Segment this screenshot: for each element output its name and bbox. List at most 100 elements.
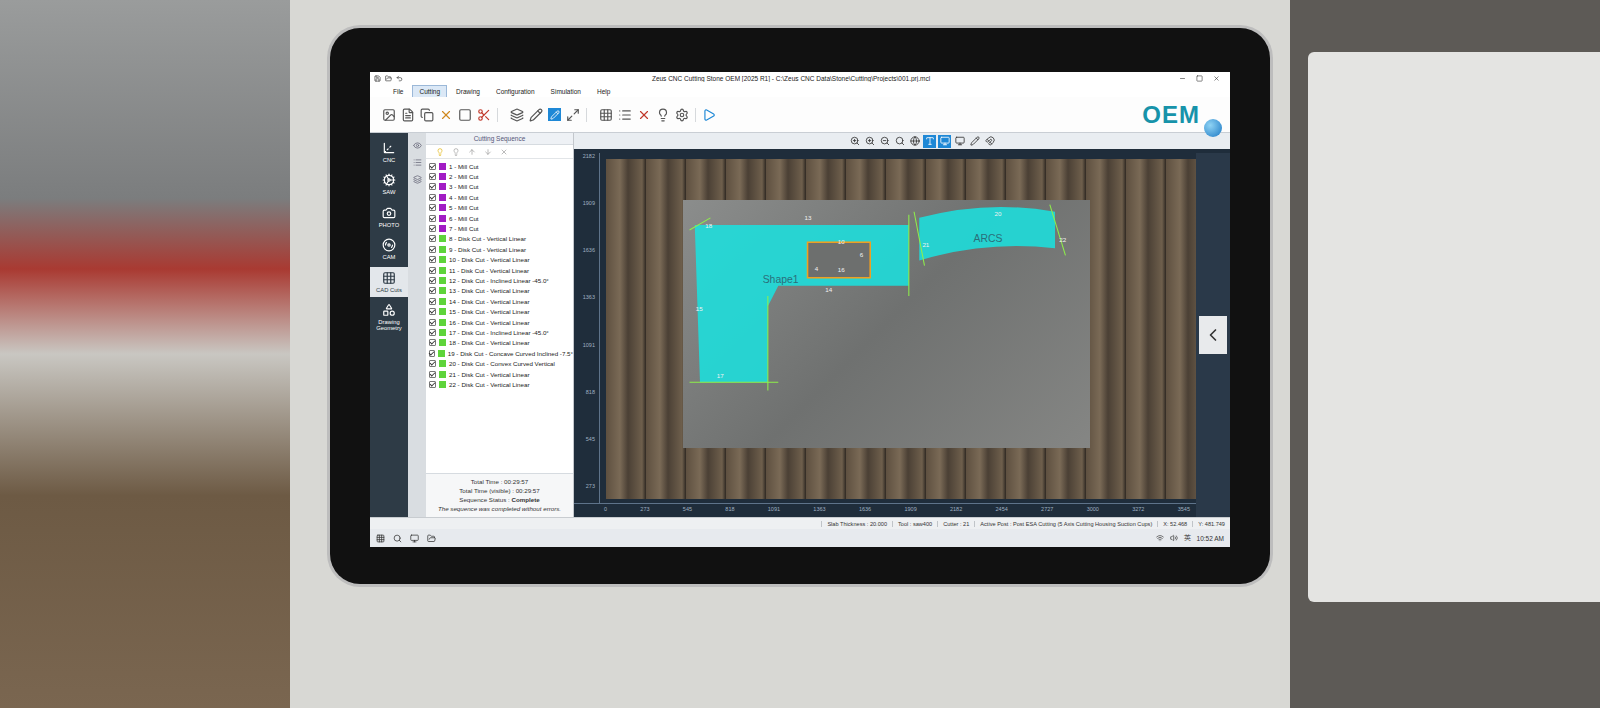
lightbulb-icon[interactable]	[656, 108, 670, 122]
settings-icon[interactable]	[675, 108, 689, 122]
document-icon[interactable]	[401, 108, 415, 122]
grid-icon[interactable]	[599, 108, 613, 122]
row-checkbox[interactable]	[429, 298, 436, 305]
lightbulb-icon[interactable]	[436, 148, 444, 156]
sidebar-item[interactable]: CAD Cuts	[370, 267, 408, 297]
list-icon[interactable]	[413, 158, 422, 167]
row-checkbox[interactable]	[429, 277, 436, 284]
sequence-row[interactable]: 12 - Disk Cut - Inclined Linear -45.0°	[426, 275, 573, 285]
menu-tab[interactable]: Cutting	[412, 85, 447, 97]
sequence-row[interactable]: 9 - Disk Cut - Vertical Linear	[426, 244, 573, 254]
sequence-row[interactable]: 17 - Disk Cut - Inclined Linear -45.0°	[426, 327, 573, 337]
row-checkbox[interactable]	[429, 308, 436, 315]
sequence-row[interactable]: 3 - Mill Cut	[426, 182, 573, 192]
bulb-off-icon[interactable]	[452, 148, 460, 156]
copy-icon[interactable]	[420, 108, 434, 122]
menu-tab[interactable]: File	[386, 85, 410, 97]
arrow-up-icon[interactable]	[468, 148, 476, 156]
sidebar-item[interactable]: CAM	[370, 234, 408, 264]
volume-icon[interactable]	[1170, 534, 1178, 542]
layers-icon[interactable]	[510, 108, 524, 122]
row-checkbox[interactable]	[429, 183, 436, 190]
clear-icon[interactable]	[500, 148, 508, 156]
canvas-tool-button[interactable]	[953, 135, 966, 148]
canvas-tool-button[interactable]	[983, 135, 996, 148]
edit-button[interactable]	[548, 108, 561, 121]
sequence-row[interactable]: 21 - Disk Cut - Vertical Linear	[426, 369, 573, 379]
folder-icon[interactable]	[427, 534, 436, 543]
menu-tab[interactable]: Configuration	[489, 85, 542, 97]
row-checkbox[interactable]	[429, 246, 436, 253]
cut-shapes[interactable]: 1813Shape1141517ARCS202122104616	[606, 159, 1196, 499]
sidebar-item[interactable]: CNC	[370, 137, 408, 167]
minimize-icon[interactable]	[1179, 75, 1186, 82]
canvas-tool-button[interactable]	[893, 135, 906, 148]
menu-tab[interactable]: Drawing	[449, 85, 487, 97]
collapse-button[interactable]	[1199, 316, 1227, 354]
row-checkbox[interactable]	[429, 163, 436, 170]
canvas-tool-button[interactable]	[923, 135, 936, 148]
wifi-icon[interactable]	[1156, 534, 1164, 542]
rectangle-icon[interactable]	[458, 108, 472, 122]
folder-icon[interactable]	[385, 75, 392, 82]
sidebar-item[interactable]: Drawing Geometry	[370, 299, 408, 336]
sequence-row[interactable]: 4 - Mill Cut	[426, 192, 573, 202]
play-icon[interactable]	[702, 108, 716, 122]
row-checkbox[interactable]	[429, 235, 436, 242]
row-checkbox[interactable]	[429, 360, 436, 367]
search-icon[interactable]	[393, 534, 402, 543]
row-checkbox[interactable]	[429, 194, 436, 201]
sequence-row[interactable]: 11 - Disk Cut - Vertical Linear	[426, 265, 573, 275]
row-checkbox[interactable]	[429, 225, 436, 232]
row-checkbox[interactable]	[429, 319, 436, 326]
maximize-icon[interactable]	[1196, 75, 1203, 82]
row-checkbox[interactable]	[429, 371, 436, 378]
sequence-row[interactable]: 16 - Disk Cut - Vertical Linear	[426, 317, 573, 327]
canvas-tool-button[interactable]	[938, 135, 951, 148]
image-icon[interactable]	[382, 108, 396, 122]
sequence-row[interactable]: 8 - Disk Cut - Vertical Linear	[426, 234, 573, 244]
clock[interactable]: 10:52 AM	[1197, 535, 1224, 542]
sequence-row[interactable]: 18 - Disk Cut - Vertical Linear	[426, 338, 573, 348]
row-checkbox[interactable]	[429, 173, 436, 180]
list-icon[interactable]	[618, 108, 632, 122]
row-checkbox[interactable]	[429, 287, 436, 294]
sequence-row[interactable]: 20 - Disk Cut - Convex Curved Vertical	[426, 358, 573, 368]
row-checkbox[interactable]	[429, 339, 436, 346]
close-icon[interactable]	[1213, 75, 1220, 82]
scissors-icon[interactable]	[477, 108, 491, 122]
sequence-row[interactable]: 2 - Mill Cut	[426, 171, 573, 181]
row-checkbox[interactable]	[429, 204, 436, 211]
app-icon[interactable]	[410, 534, 419, 543]
sidebar-item[interactable]: SAW	[370, 169, 408, 199]
row-checkbox[interactable]	[429, 329, 436, 336]
arrow-down-icon[interactable]	[484, 148, 492, 156]
row-checkbox[interactable]	[429, 267, 436, 274]
canvas-tool-button[interactable]	[848, 135, 861, 148]
sequence-row[interactable]: 14 - Disk Cut - Vertical Linear	[426, 296, 573, 306]
undo-icon[interactable]	[396, 75, 403, 82]
sequence-row[interactable]: 15 - Disk Cut - Vertical Linear	[426, 306, 573, 316]
row-checkbox[interactable]	[429, 256, 436, 263]
canvas-tool-button[interactable]	[863, 135, 876, 148]
sequence-row[interactable]: 22 - Disk Cut - Vertical Linear	[426, 379, 573, 389]
sequence-row[interactable]: 6 - Mill Cut	[426, 213, 573, 223]
layers-icon[interactable]	[413, 175, 422, 184]
slab-photo[interactable]: 1813Shape1141517ARCS202122104616	[606, 159, 1196, 499]
delete-icon[interactable]	[439, 108, 453, 122]
row-checkbox[interactable]	[429, 381, 436, 388]
resize-icon[interactable]	[566, 108, 580, 122]
sequence-row[interactable]: 7 - Mill Cut	[426, 223, 573, 233]
sequence-row[interactable]: 10 - Disk Cut - Vertical Linear	[426, 255, 573, 265]
canvas-tool-button[interactable]	[878, 135, 891, 148]
pencil-icon[interactable]	[529, 108, 543, 122]
menu-tab[interactable]: Help	[590, 85, 617, 97]
start-icon[interactable]	[376, 534, 385, 543]
row-checkbox[interactable]	[429, 350, 435, 357]
sequence-row[interactable]: 1 - Mill Cut	[426, 161, 573, 171]
menu-tab[interactable]: Simulation	[544, 85, 588, 97]
row-checkbox[interactable]	[429, 215, 436, 222]
sequence-row[interactable]: 5 - Mill Cut	[426, 203, 573, 213]
canvas-tool-button[interactable]	[968, 135, 981, 148]
sequence-row[interactable]: 19 - Disk Cut - Concave Curved Inclined …	[426, 348, 573, 358]
